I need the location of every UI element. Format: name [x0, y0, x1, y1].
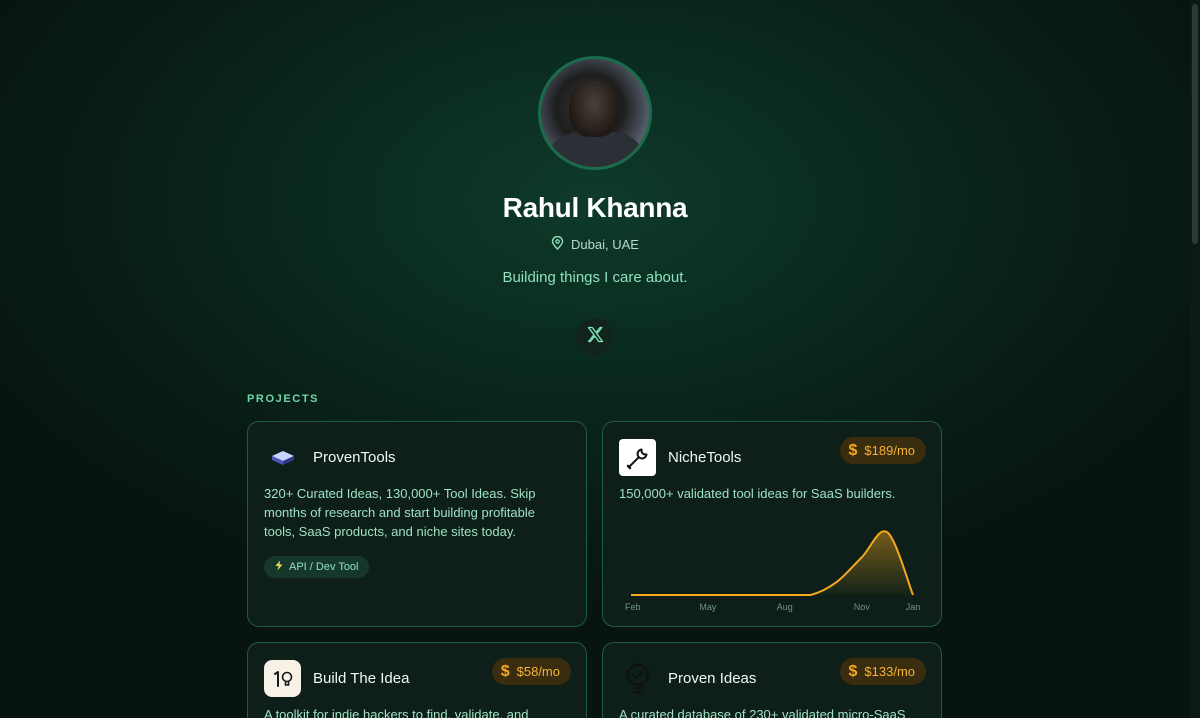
revenue-badge: $ $133/mo [839, 658, 926, 685]
chart-x-tick-label: Feb [625, 602, 641, 612]
revenue-value: $133/mo [864, 664, 915, 679]
project-description: A curated database of 230+ validated mic… [619, 707, 906, 718]
location-pin-icon [551, 235, 564, 253]
profile-name: Rahul Khanna [502, 192, 688, 223]
revenue-badge: $ $189/mo [839, 437, 926, 464]
lightning-icon [274, 560, 284, 574]
project-card-build-the-idea[interactable]: Build The Idea $ $58/mo A toolkit for in… [247, 642, 587, 718]
project-card-nichetools[interactable]: NicheTools $ $189/mo 150,000+ validated … [602, 421, 942, 627]
stack-layers-icon [264, 439, 301, 476]
profile-tagline: Building things I care about. [502, 269, 688, 286]
project-description: A toolkit for indie hackers to find, val… [264, 707, 529, 718]
tag-label: API / Dev Tool [289, 561, 359, 573]
dollar-icon: $ [848, 441, 858, 459]
profile-location: Dubai, UAE [551, 235, 639, 253]
page-scrollbar[interactable] [1190, 0, 1200, 718]
project-card-proven-ideas[interactable]: Proven Ideas $ $133/mo A curated databas… [602, 642, 942, 718]
project-category-tag: API / Dev Tool [264, 556, 369, 578]
project-title: Build The Idea [313, 670, 410, 687]
lightbulb-1-icon [264, 660, 301, 697]
wrench-icon [619, 439, 656, 476]
project-description: 320+ Curated Ideas, 130,000+ Tool Ideas.… [264, 486, 536, 539]
scrollbar-thumb[interactable] [1192, 4, 1198, 244]
chart-x-tick-label: Aug [777, 602, 793, 612]
chart-x-tick-label: Nov [854, 602, 871, 612]
chart-area-fill [631, 531, 913, 595]
x-logo-icon [587, 326, 604, 349]
check-bulb-icon [619, 660, 656, 697]
revenue-value: $189/mo [864, 443, 915, 458]
revenue-chart: Feb May Aug Nov Jan [625, 530, 921, 612]
revenue-badge: $ $58/mo [491, 658, 571, 685]
chart-x-tick-label: May [699, 602, 717, 612]
project-card-proventools[interactable]: ProvenTools 320+ Curated Ideas, 130,000+… [247, 421, 587, 627]
project-title: ProvenTools [313, 449, 396, 466]
chart-x-tick-label: Jan [906, 602, 921, 612]
project-title: NicheTools [668, 449, 742, 466]
x-social-button[interactable] [576, 318, 614, 356]
location-text: Dubai, UAE [571, 237, 639, 252]
revenue-value: $58/mo [516, 664, 560, 679]
dollar-icon: $ [848, 662, 858, 680]
dollar-icon: $ [500, 662, 510, 680]
profile-header: Rahul Khanna Dubai, UAE Building things … [0, 56, 1190, 356]
project-description: 150,000+ validated tool ideas for SaaS b… [619, 486, 896, 501]
projects-section-title: PROJECTS [247, 393, 320, 405]
avatar [538, 56, 652, 170]
project-title: Proven Ideas [668, 670, 757, 687]
